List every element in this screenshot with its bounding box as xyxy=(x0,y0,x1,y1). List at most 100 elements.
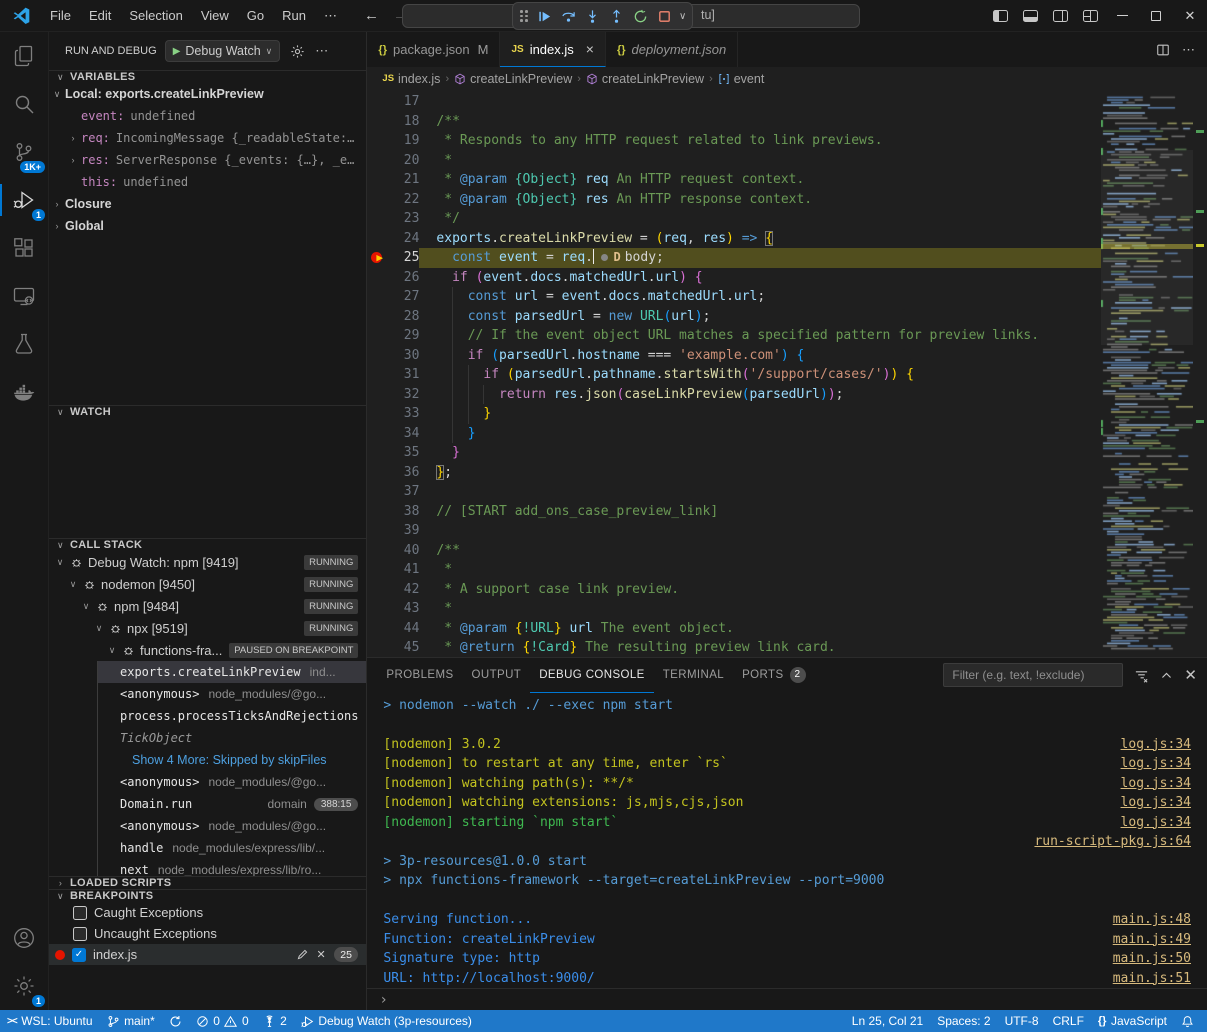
debug-session[interactable]: ∨Debug Watch: npm [9419]RUNNING xyxy=(49,551,366,573)
maximize-button[interactable] xyxy=(1139,0,1173,31)
remove-breakpoint-icon[interactable]: ✕ xyxy=(317,948,326,961)
console-source-link[interactable]: log.js:34 xyxy=(1121,754,1191,774)
breadcrumb-item[interactable]: createLinkPreview xyxy=(454,72,572,86)
console-source-link[interactable]: log.js:34 xyxy=(1121,774,1191,794)
stack-frame[interactable]: nextnode_modules/express/lib/ro... xyxy=(98,859,366,876)
breakpoint-gutter[interactable] xyxy=(367,619,389,639)
code-line-20[interactable]: 20 * xyxy=(367,151,1207,171)
menu-item-run[interactable]: Run xyxy=(273,4,315,28)
close-window-button[interactable]: ✕ xyxy=(1173,0,1207,31)
sidebar-item-search[interactable] xyxy=(0,80,48,128)
code-line-19[interactable]: 19 * Responds to any HTTP request relate… xyxy=(367,131,1207,151)
menu-item-[interactable]: ⋯ xyxy=(315,4,346,28)
breakpoint-checkbox[interactable]: ✓ xyxy=(72,948,86,962)
debug-session[interactable]: ∨npx [9519]RUNNING xyxy=(49,617,366,639)
sidebar-item-testing[interactable] xyxy=(0,320,48,368)
breakpoint-gutter[interactable] xyxy=(367,580,389,600)
breakpoint-gutter[interactable] xyxy=(367,424,389,444)
open-launch-json-icon[interactable] xyxy=(290,44,305,59)
breakpoint-gutter[interactable] xyxy=(367,443,389,463)
menu-item-view[interactable]: View xyxy=(192,4,238,28)
watch-header[interactable]: ∨WATCH xyxy=(49,406,366,418)
breakpoint-row-caught-exceptions[interactable]: Caught Exceptions xyxy=(49,902,366,923)
status-eol[interactable]: CRLF xyxy=(1046,1010,1091,1032)
breakpoints-header[interactable]: ∨BREAKPOINTS xyxy=(49,890,366,902)
accounts-button[interactable] xyxy=(0,914,48,962)
status-ports-forwarded[interactable]: 2 xyxy=(256,1010,294,1032)
code-line-42[interactable]: 42 * A support case link preview. xyxy=(367,580,1207,600)
overview-ruler[interactable] xyxy=(1193,90,1207,657)
breakpoint-gutter[interactable] xyxy=(367,229,389,249)
breakpoint-gutter[interactable] xyxy=(367,638,389,657)
breakpoint-gutter[interactable] xyxy=(367,404,389,424)
customize-layout-icon[interactable] xyxy=(1075,0,1105,31)
breakpoint-checkbox[interactable] xyxy=(73,906,87,920)
toggle-secondary-sidebar-icon[interactable] xyxy=(1045,0,1075,31)
breakpoint-gutter[interactable] xyxy=(367,190,389,210)
settings-button[interactable]: 1 xyxy=(0,962,48,1010)
code-line-22[interactable]: 22 * @param {Object} res An HTTP respons… xyxy=(367,190,1207,210)
stack-frame[interactable]: handlenode_modules/express/lib/... xyxy=(98,837,366,859)
panel-tab-debug-console[interactable]: DEBUG CONSOLE xyxy=(530,658,654,693)
breakpoint-gutter[interactable] xyxy=(367,287,389,307)
code-line-32[interactable]: 32 return res.json(caseLinkPreview(parse… xyxy=(367,385,1207,405)
status-cursor-position[interactable]: Ln 25, Col 21 xyxy=(845,1010,930,1032)
debug-session-picker-chevron-icon[interactable]: ∨ xyxy=(679,11,686,22)
breakpoint-row-uncaught-exceptions[interactable]: Uncaught Exceptions xyxy=(49,923,366,944)
status-git-branch[interactable]: main* xyxy=(100,1010,162,1032)
skipfiles-link[interactable]: Show 4 More: Skipped by skipFiles xyxy=(120,753,327,767)
breakpoint-gutter[interactable] xyxy=(367,385,389,405)
code-line-24[interactable]: 24exports.createLinkPreview = (req, res)… xyxy=(367,229,1207,249)
editor-more-actions-icon[interactable]: ⋯ xyxy=(1182,42,1195,58)
panel-tab-output[interactable]: OUTPUT xyxy=(463,658,531,693)
close-tab-icon[interactable]: × xyxy=(586,41,594,57)
filter-icon[interactable] xyxy=(1134,668,1149,683)
debug-session[interactable]: ∨npm [9484]RUNNING xyxy=(49,595,366,617)
breakpoint-gutter[interactable] xyxy=(367,326,389,346)
code-line-23[interactable]: 23 */ xyxy=(367,209,1207,229)
code-line-34[interactable]: 34 } xyxy=(367,424,1207,444)
stack-frame[interactable]: Domain.rundomain388:15 xyxy=(98,793,366,815)
stack-frame[interactable]: TickObject xyxy=(98,727,366,749)
console-source-link[interactable]: log.js:34 xyxy=(1121,735,1191,755)
code-editor[interactable]: 1718/**19 * Responds to any HTTP request… xyxy=(367,90,1207,657)
menu-item-edit[interactable]: Edit xyxy=(80,4,120,28)
views-more-actions-icon[interactable]: ⋯ xyxy=(315,43,328,59)
menu-item-file[interactable]: File xyxy=(41,4,80,28)
status-language-mode[interactable]: {}JavaScript xyxy=(1091,1010,1174,1032)
breadcrumb-item[interactable]: JSindex.js xyxy=(382,72,440,86)
breakpoint-gutter[interactable] xyxy=(367,170,389,190)
stack-frame[interactable]: exports.createLinkPreviewind... xyxy=(98,661,366,683)
console-source-link[interactable]: main.js:49 xyxy=(1113,930,1191,950)
debug-session[interactable]: ∨nodemon [9450]RUNNING xyxy=(49,573,366,595)
breakpoint-gutter[interactable] xyxy=(367,92,389,112)
breakpoint-gutter[interactable] xyxy=(367,463,389,483)
back-arrow-icon[interactable]: ← xyxy=(364,7,379,24)
code-line-33[interactable]: 33 } xyxy=(367,404,1207,424)
code-line-28[interactable]: 28 const parsedUrl = new URL(url); xyxy=(367,307,1207,327)
toggle-primary-sidebar-icon[interactable] xyxy=(985,0,1015,31)
stack-frame[interactable]: process.processTicksAndRejections xyxy=(98,705,366,727)
sidebar-item-explorer[interactable] xyxy=(0,32,48,80)
breakpoint-gutter[interactable] xyxy=(367,502,389,522)
breakpoint-gutter[interactable] xyxy=(367,307,389,327)
sidebar-item-source-control[interactable]: 1K+ xyxy=(0,128,48,176)
sidebar-item-remote-explorer[interactable] xyxy=(0,272,48,320)
variable-row[interactable]: ›req:IncomingMessage {_readableState:… xyxy=(49,127,366,149)
stack-frame[interactable]: <anonymous>node_modules/@go... xyxy=(98,815,366,837)
status-remote[interactable]: ><WSL: Ubuntu xyxy=(0,1010,100,1032)
continue-button[interactable] xyxy=(533,5,555,27)
code-line-17[interactable]: 17 xyxy=(367,92,1207,112)
variable-row[interactable]: event:undefined xyxy=(49,105,366,127)
panel-tab-problems[interactable]: PROBLEMS xyxy=(377,658,462,693)
restart-button[interactable] xyxy=(629,5,651,27)
launch-configuration-picker[interactable]: ▶ Debug Watch ∨ xyxy=(165,40,281,62)
breakpoint-gutter[interactable] xyxy=(367,131,389,151)
breakpoint-gutter[interactable] xyxy=(367,346,389,366)
stack-frame[interactable]: <anonymous>node_modules/@go... xyxy=(98,683,366,705)
code-line-25[interactable]: ▶25 const event = req.Dbody; xyxy=(367,248,1207,268)
call-stack-header[interactable]: ∨CALL STACK xyxy=(49,539,366,551)
status-debug-status[interactable]: Debug Watch (3p-resources) xyxy=(294,1010,479,1032)
code-line-38[interactable]: 38// [START add_ons_case_preview_link] xyxy=(367,502,1207,522)
breakpoint-gutter[interactable] xyxy=(367,560,389,580)
